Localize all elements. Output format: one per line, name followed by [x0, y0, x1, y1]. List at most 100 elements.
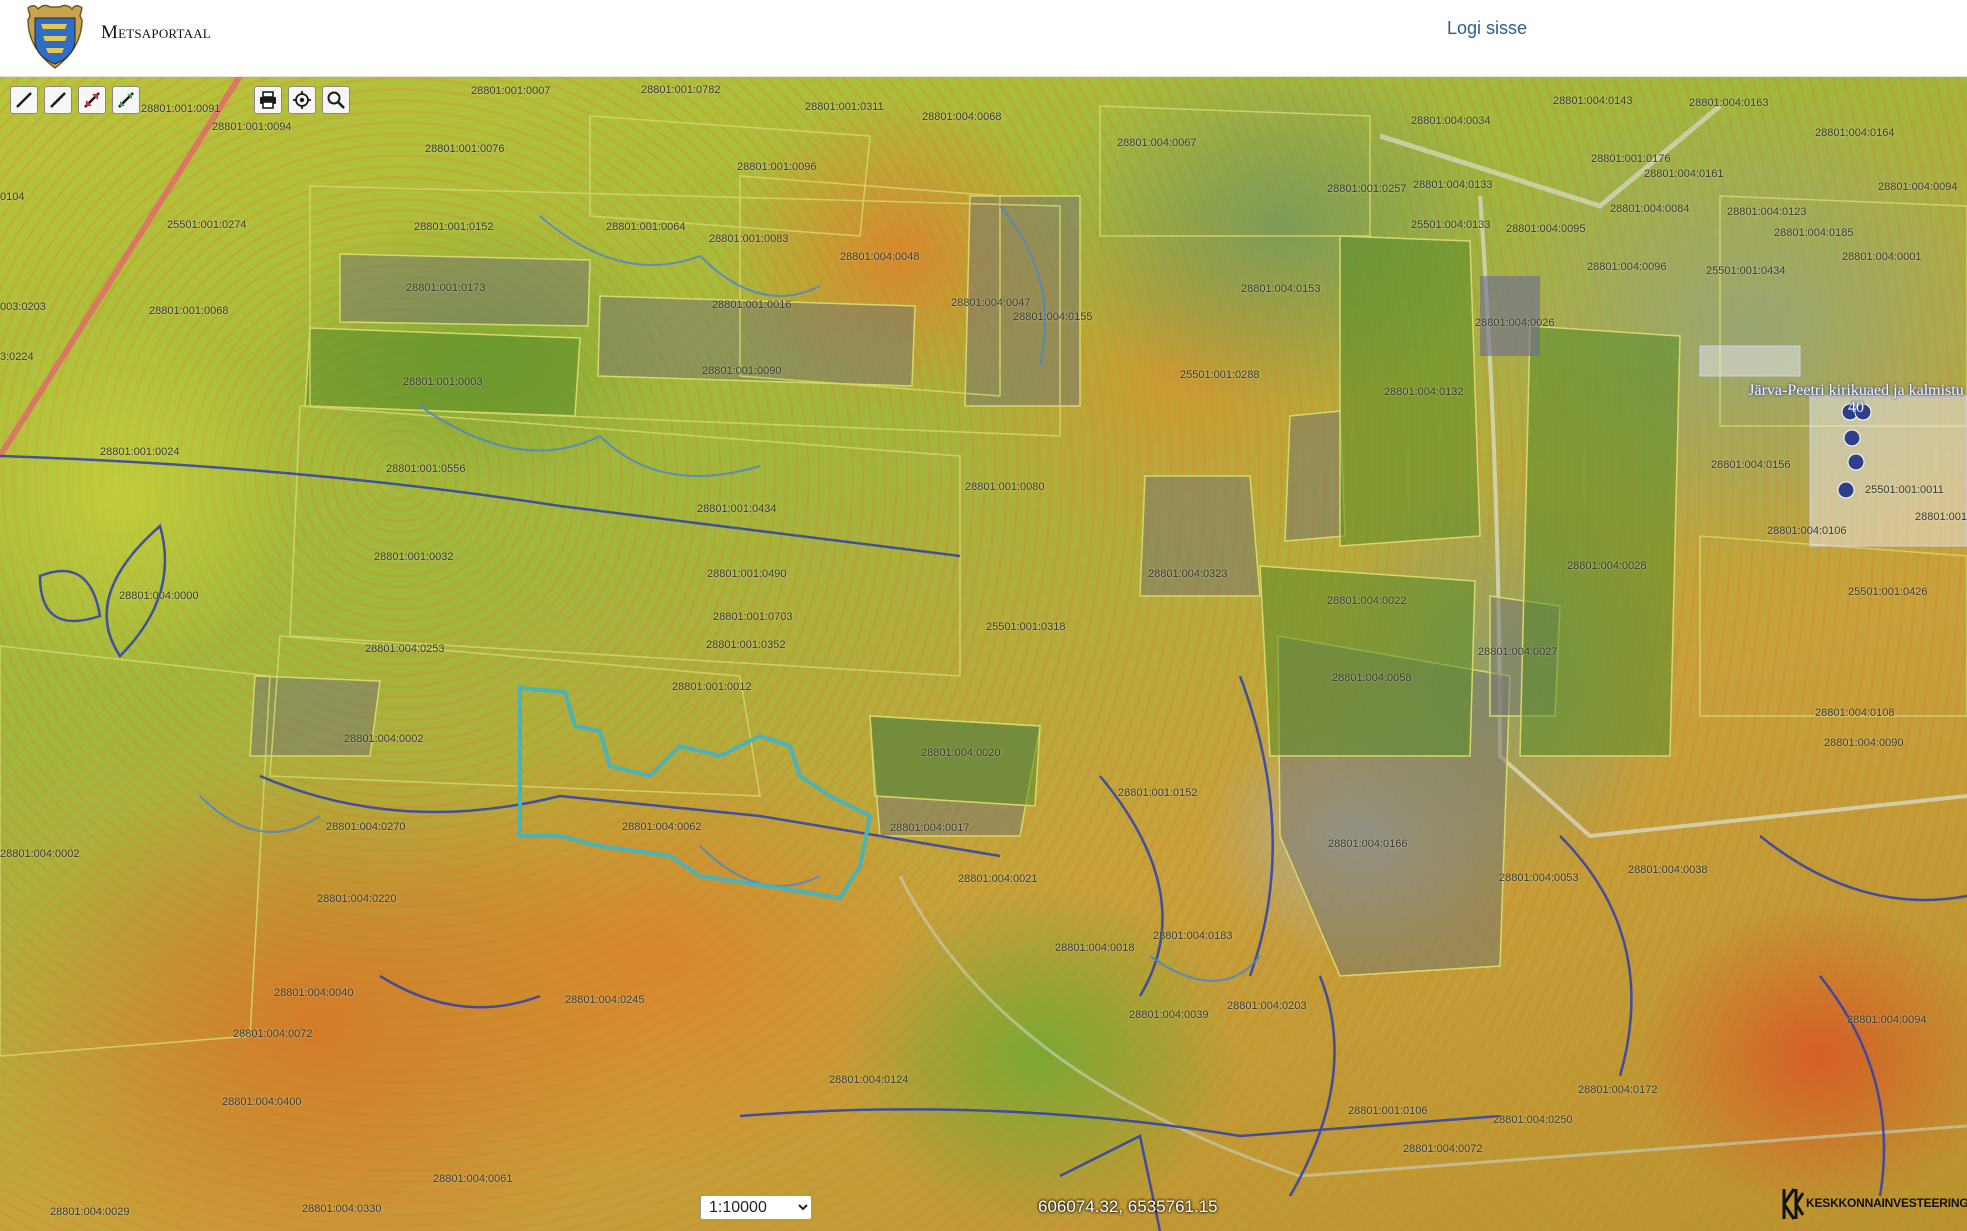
app-title[interactable]: Metsaportaal [101, 22, 211, 44]
parcel-label[interactable]: 28801:004:0020 [921, 747, 1001, 759]
parcel-label[interactable]: 28801:001:0068 [149, 305, 229, 317]
parcel-label[interactable]: 28801:001:0311 [805, 101, 884, 113]
login-link[interactable]: Logi sisse [1447, 18, 1527, 39]
parcel-label[interactable]: 28801:004:0143 [1553, 95, 1633, 107]
parcel-label[interactable]: 28801:001:0090 [702, 365, 782, 377]
parcel-label[interactable]: 28801:004:0039 [1129, 1009, 1209, 1021]
parcel-label[interactable]: 28801:004:0253 [365, 643, 445, 655]
parcel-label[interactable]: 28801:004:0323 [1148, 568, 1228, 580]
parcel-label[interactable]: 28801:001:0083 [709, 233, 789, 245]
parcel-label[interactable]: 28801:004:0067 [1117, 137, 1197, 149]
parcel-label[interactable]: 28801:004:0090 [1824, 737, 1904, 749]
parcel-label[interactable]: 28801:004:0183 [1153, 930, 1233, 942]
parcel-label[interactable]: 28801:001:0091 [141, 103, 221, 115]
parcel-label[interactable]: 28801:001:0352 [706, 639, 786, 651]
parcel-label[interactable]: 28801:004:0203 [1227, 1000, 1307, 1012]
parcel-label[interactable]: 28801:004:0245 [565, 994, 645, 1006]
parcel-label[interactable]: 28801:004:0072 [1403, 1143, 1483, 1155]
parcel-label[interactable]: 25501:001:0274 [167, 219, 247, 231]
parcel-label[interactable]: 28801:004:0106 [1767, 525, 1847, 537]
parcel-label[interactable]: 28801:001:0076 [425, 143, 505, 155]
parcel-label[interactable]: 28801:004:0047 [951, 297, 1031, 309]
parcel-label[interactable]: 28801:004:0220 [317, 893, 397, 905]
parcel-label[interactable]: 28801:004:0027 [1478, 646, 1558, 658]
parcel-label[interactable]: 28801:004:0029 [50, 1206, 130, 1218]
parcel-label[interactable]: 28801:004:0048 [840, 251, 920, 263]
parcel-label[interactable]: 28801:004:0021 [958, 873, 1038, 885]
parcel-label[interactable]: 28801:004:0161 [1644, 168, 1724, 180]
parcel-label[interactable]: 25501:001:0426 [1848, 586, 1928, 598]
measure-distance-button[interactable] [44, 86, 72, 114]
parcel-label[interactable]: 28801:004:0072 [233, 1028, 313, 1040]
parcel-label[interactable]: 0104 [0, 191, 24, 203]
parcel-label[interactable]: 28801:001:0176 [1591, 153, 1671, 165]
parcel-label[interactable]: 28801:001:0080 [965, 481, 1045, 493]
parcel-label[interactable]: 28801:001:0434 [697, 503, 777, 515]
parcel-label[interactable]: 28801:001:0024 [100, 446, 180, 458]
parcel-label[interactable]: 28801:004:0164 [1815, 127, 1895, 139]
parcel-label[interactable]: 28801:004:0094 [1878, 181, 1958, 193]
parcel-label[interactable]: 28801:001:0064 [606, 221, 686, 233]
parcel-label[interactable]: 28801:001:0003 [403, 376, 483, 388]
print-button[interactable] [254, 86, 282, 114]
parcel-label[interactable]: 25501:001:0011 [1865, 484, 1944, 496]
parcel-label[interactable]: 28801:001:0173 [406, 282, 486, 294]
parcel-label[interactable]: 28801:004:0040 [274, 987, 354, 999]
parcel-label[interactable]: 28801:001:0152 [414, 221, 494, 233]
parcel-label[interactable]: 28801:004:0002 [0, 848, 80, 860]
parcel-label[interactable]: 3:0224 [0, 351, 34, 363]
parcel-label[interactable]: 28801:001:0490 [707, 568, 787, 580]
parcel-label[interactable]: 28801:004:0017 [890, 822, 970, 834]
parcel-label[interactable]: 28801:004:0123 [1727, 206, 1807, 218]
parcel-label[interactable]: 28801:004:0002 [344, 733, 424, 745]
parcel-label[interactable]: 28801:004:0000 [119, 590, 199, 602]
parcel-label[interactable]: 28801:004:0124 [829, 1074, 909, 1086]
parcel-label[interactable]: 28801:004:0155 [1013, 311, 1093, 323]
scale-select[interactable]: 1:10000 [700, 1195, 812, 1220]
parcel-label[interactable]: 28801:004:0062 [622, 821, 702, 833]
estonian-coat-of-arms-logo[interactable] [24, 2, 86, 70]
parcel-label[interactable]: 25501:001:0318 [986, 621, 1066, 633]
parcel-label[interactable]: 28801:001:0152 [1118, 787, 1198, 799]
parcel-label[interactable]: 28801:001:016 [1915, 511, 1967, 523]
parcel-label[interactable]: 28801:004:0400 [222, 1096, 302, 1108]
parcel-label[interactable]: 28801:004:0026 [1475, 317, 1555, 329]
locate-button[interactable] [288, 86, 316, 114]
parcel-label[interactable]: 28801:004:0132 [1384, 386, 1464, 398]
parcel-label[interactable]: 28801:004:0163 [1689, 97, 1769, 109]
parcel-label[interactable]: 28801:004:0108 [1815, 707, 1895, 719]
parcel-label[interactable]: 28801:001:0703 [713, 611, 793, 623]
parcel-label[interactable]: 28801:004:0153 [1241, 283, 1321, 295]
draw-line-button[interactable] [10, 86, 38, 114]
parcel-label[interactable]: 28801:004:0156 [1711, 459, 1791, 471]
parcel-label[interactable]: 28801:004:0172 [1578, 1084, 1658, 1096]
map-view[interactable]: 28801:001:0091 28801:001:0094 28801:001:… [0, 76, 1967, 1231]
parcel-label[interactable]: 28801:001:0106 [1348, 1105, 1428, 1117]
parcel-label[interactable]: 28801:001:0012 [672, 681, 752, 693]
parcel-label[interactable]: 28801:001:0007 [471, 85, 551, 97]
clear-measurements-button[interactable] [112, 86, 140, 114]
parcel-label[interactable]: 003:0203 [0, 301, 46, 313]
parcel-label[interactable]: 28801:004:0053 [1499, 872, 1579, 884]
parcel-label[interactable]: 28801:001:0782 [641, 84, 721, 96]
parcel-label[interactable]: 28801:004:0038 [1628, 864, 1708, 876]
parcel-label[interactable]: 28801:004:0061 [433, 1173, 513, 1185]
parcel-label[interactable]: 28801:004:0270 [326, 821, 406, 833]
parcel-label[interactable]: 28801:004:0094 [1847, 1014, 1927, 1026]
parcel-label[interactable]: 25501:004:0133 [1411, 219, 1491, 231]
parcel-label[interactable]: 28801:001:0257 [1327, 183, 1407, 195]
search-button[interactable] [322, 86, 350, 114]
parcel-label[interactable]: 28801:001:0556 [386, 463, 466, 475]
parcel-label[interactable]: 28801:001:0016 [712, 299, 792, 311]
parcel-label[interactable]: 28801:001:0032 [374, 551, 454, 563]
measure-area-button[interactable] [78, 86, 106, 114]
parcel-label[interactable]: 25501:001:0288 [1180, 369, 1260, 381]
parcel-label[interactable]: 28801:004:0058 [1332, 672, 1412, 684]
parcel-label[interactable]: 28801:004:0095 [1506, 223, 1586, 235]
parcel-label[interactable]: 28801:001:0094 [212, 121, 292, 133]
parcel-label[interactable]: 28801:004:0133 [1413, 179, 1493, 191]
parcel-label[interactable]: 28801:004:0250 [1493, 1114, 1573, 1126]
parcel-label[interactable]: 25501:001:0434 [1706, 265, 1786, 277]
parcel-label[interactable]: 28801:004:0185 [1774, 227, 1854, 239]
parcel-label[interactable]: 28801:004:0018 [1055, 942, 1135, 954]
